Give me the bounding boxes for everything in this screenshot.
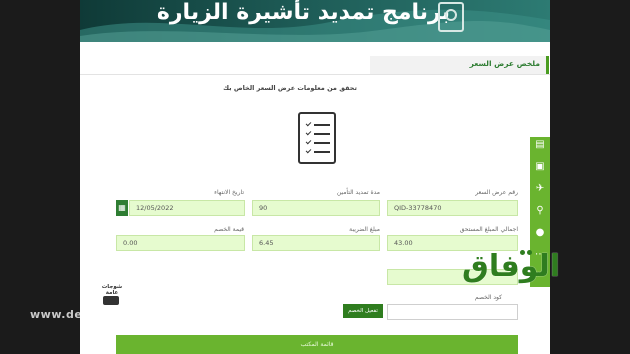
quote-number-field: QID-33778470 xyxy=(387,200,518,216)
section-header: ملخص عرض السعر xyxy=(370,56,549,74)
expiry-date-label: تاريخ الانتهاء xyxy=(214,189,244,196)
instruction-text: تحقق من معلومات عرض السعر الخاص بك xyxy=(223,84,357,92)
plane-icon[interactable]: ✈ xyxy=(530,183,550,203)
expiry-date-field: 12/05/2022 xyxy=(129,200,245,216)
tax-amount-field: 6.45 xyxy=(252,235,380,251)
insurance-period-label: مدة تمديد التأمين xyxy=(336,189,380,196)
search-icon[interactable]: ⚲ xyxy=(530,205,550,225)
total-due-label: اجمالي المبلغ المستحق xyxy=(459,226,518,233)
offers-label: شوجات عامة xyxy=(101,284,123,296)
passport-icon xyxy=(438,2,464,32)
header-banner: برنامج تمديد تأشيرة الزيارة xyxy=(80,0,550,42)
right-letterbox xyxy=(550,0,630,354)
quote-number-label: رقم عرض السعر xyxy=(475,189,518,196)
calendar-button[interactable]: ▦ xyxy=(116,200,128,216)
offers-icon[interactable] xyxy=(103,296,119,305)
left-letterbox xyxy=(0,0,80,354)
watermark-logo: الوفاق xyxy=(462,249,561,284)
document-icon[interactable]: ▤ xyxy=(530,139,550,159)
discount-value-field: 0.00 xyxy=(116,235,245,251)
section-title: ملخص عرض السعر xyxy=(469,59,540,68)
checklist-document-icon xyxy=(298,112,336,164)
print-icon[interactable]: ▣ xyxy=(530,161,550,181)
section-divider xyxy=(80,74,550,75)
insurance-period-field: 90 xyxy=(252,200,380,216)
discount-value-label: قيمة الخصم xyxy=(214,226,244,233)
discount-code-input[interactable] xyxy=(387,304,518,320)
apply-discount-button[interactable]: تفعيل الخصم xyxy=(343,304,383,318)
office-list-button[interactable]: قائمة المكتب xyxy=(116,335,518,354)
person-icon[interactable]: ● xyxy=(530,227,550,247)
watermark-url: www.de xyxy=(30,308,83,321)
discount-code-label: كود الخصم xyxy=(474,294,502,301)
banner-title: برنامج تمديد تأشيرة الزيارة xyxy=(156,0,450,25)
tax-amount-label: مبلغ الضريبة xyxy=(349,226,380,233)
logo-dots xyxy=(520,250,534,257)
